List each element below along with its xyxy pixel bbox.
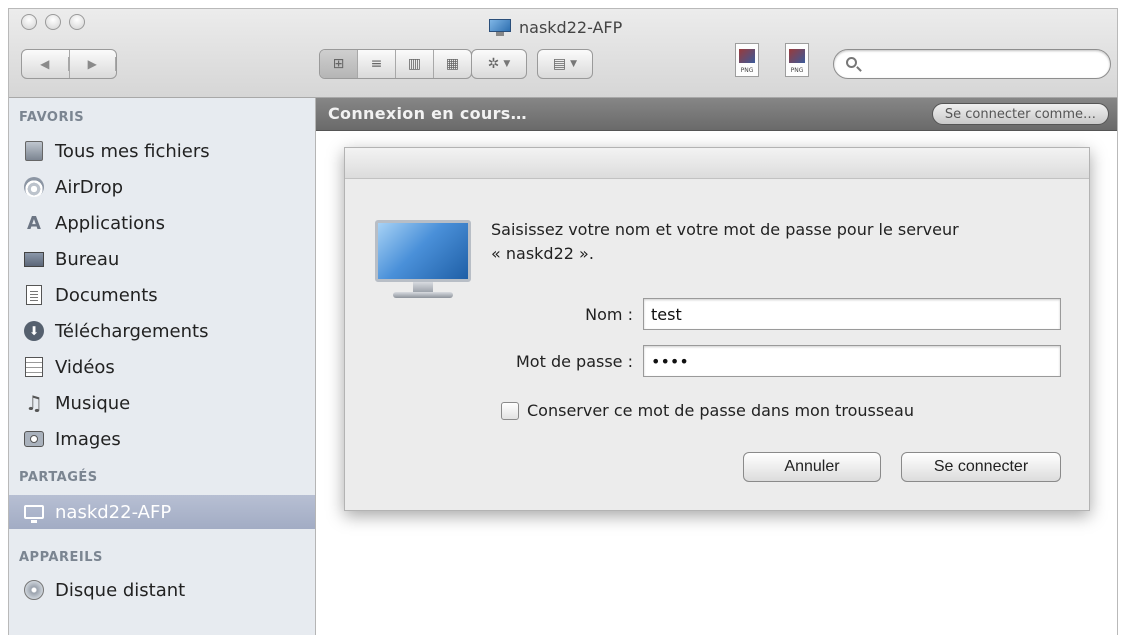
sidebar-item-downloads[interactable]: ⬇ Téléchargements bbox=[23, 314, 208, 348]
sidebar-item-label: Téléchargements bbox=[55, 320, 209, 342]
cancel-button[interactable]: Annuler bbox=[743, 452, 881, 482]
sidebar-item-label: Tous mes fichiers bbox=[55, 140, 210, 162]
sidebar: FAVORIS Tous mes fichiers AirDrop A Appl… bbox=[9, 98, 316, 635]
sidebar-item-label: Applications bbox=[55, 212, 165, 234]
remember-password-label: Conserver ce mot de passe dans mon trous… bbox=[527, 401, 914, 420]
chevron-left-icon: ◀ bbox=[22, 57, 69, 71]
zoom-window-button[interactable] bbox=[69, 14, 85, 30]
sidebar-item-desktop[interactable]: Bureau bbox=[23, 242, 119, 276]
connection-status-bar: Connexion en cours… Se connecter comme… bbox=[316, 98, 1117, 131]
name-field[interactable] bbox=[643, 298, 1061, 330]
minimize-window-button[interactable] bbox=[45, 14, 61, 30]
forward-button[interactable]: ▶ bbox=[70, 50, 116, 78]
sidebar-item-all-files[interactable]: Tous mes fichiers bbox=[23, 134, 210, 168]
chevron-right-icon: ▶ bbox=[70, 57, 116, 71]
grid-icon: ▤ bbox=[552, 56, 567, 72]
icon-view-button[interactable]: ⊞ bbox=[320, 50, 358, 78]
sidebar-item-remote-disc[interactable]: Disque distant bbox=[23, 573, 185, 607]
sidebar-item-label: Disque distant bbox=[55, 579, 186, 601]
list-view-button[interactable]: ≡ bbox=[358, 50, 396, 78]
server-monitor-icon bbox=[375, 220, 471, 310]
png-file-icon[interactable]: PNG bbox=[735, 43, 759, 77]
coverflow-view-button[interactable]: ▦ bbox=[434, 50, 471, 78]
dialog-message-line: Saisissez votre nom et votre mot de pass… bbox=[491, 220, 959, 239]
all-files-icon bbox=[23, 140, 45, 162]
sidebar-item-airdrop[interactable]: AirDrop bbox=[23, 170, 123, 204]
sidebar-item-label: Documents bbox=[55, 284, 158, 306]
column-view-button[interactable]: ▥ bbox=[396, 50, 434, 78]
movies-icon bbox=[23, 356, 45, 378]
icon-view-icon: ⊞ bbox=[332, 56, 345, 72]
downloads-icon: ⬇ bbox=[23, 320, 45, 342]
documents-icon bbox=[23, 284, 45, 306]
search-icon bbox=[846, 57, 857, 68]
connect-button[interactable]: Se connecter bbox=[901, 452, 1061, 482]
title-bar: naskd22-AFP ◀ ▶ ⊞ ≡ ▥ ▦ ✲ ▼ ▤ ▼ PNG PNG bbox=[9, 9, 1117, 98]
airdrop-icon bbox=[23, 176, 45, 198]
dialog-header bbox=[345, 148, 1089, 179]
remember-password-checkbox[interactable] bbox=[501, 401, 519, 420]
sidebar-item-label: Vidéos bbox=[55, 356, 115, 378]
chevron-down-icon: ▼ bbox=[503, 59, 511, 69]
sidebar-item-applications[interactable]: A Applications bbox=[23, 206, 165, 240]
shared-header: PARTAGÉS bbox=[19, 470, 98, 485]
connection-status-text: Connexion en cours… bbox=[328, 104, 527, 123]
sidebar-item-documents[interactable]: Documents bbox=[23, 278, 158, 312]
back-button[interactable]: ◀ bbox=[22, 50, 70, 78]
search-field[interactable] bbox=[833, 49, 1111, 79]
sidebar-item-label: Musique bbox=[55, 392, 131, 414]
login-dialog: Saisissez votre nom et votre mot de pass… bbox=[344, 147, 1090, 511]
music-icon: ♫ bbox=[25, 391, 43, 415]
sidebar-item-movies[interactable]: Vidéos bbox=[23, 350, 115, 384]
sidebar-item-music[interactable]: ♫ Musique bbox=[23, 386, 130, 420]
window-title: naskd22-AFP bbox=[489, 15, 622, 39]
search-input[interactable] bbox=[866, 54, 1100, 76]
sidebar-item-label: AirDrop bbox=[55, 176, 124, 198]
sidebar-item-pictures[interactable]: Images bbox=[23, 422, 121, 456]
close-window-button[interactable] bbox=[21, 14, 37, 30]
arrange-menu-button[interactable]: ▤ ▼ bbox=[537, 49, 593, 79]
name-label: Nom : bbox=[585, 305, 633, 324]
dialog-message: Saisissez votre nom et votre mot de pass… bbox=[491, 218, 1061, 266]
sidebar-item-label: Bureau bbox=[55, 248, 120, 270]
connect-as-button[interactable]: Se connecter comme… bbox=[931, 103, 1109, 125]
list-view-icon: ≡ bbox=[370, 56, 383, 72]
password-field[interactable] bbox=[643, 345, 1061, 377]
monitor-icon bbox=[23, 501, 45, 523]
favorites-header: FAVORIS bbox=[19, 110, 85, 125]
pictures-icon bbox=[23, 428, 45, 450]
sidebar-item-naskd22-afp[interactable]: naskd22-AFP bbox=[9, 495, 315, 529]
dialog-message-line: « naskd22 ». bbox=[491, 244, 594, 263]
view-mode-control: ⊞ ≡ ▥ ▦ bbox=[319, 49, 472, 79]
password-label: Mot de passe : bbox=[516, 352, 633, 371]
disk-icon bbox=[23, 579, 45, 601]
column-view-icon: ▥ bbox=[407, 56, 422, 72]
coverflow-view-icon: ▦ bbox=[445, 56, 460, 72]
finder-window: naskd22-AFP ◀ ▶ ⊞ ≡ ▥ ▦ ✲▼ ▤▼ PNG PNG bbox=[8, 8, 1118, 635]
chevron-down-icon: ▼ bbox=[570, 59, 578, 69]
back-forward-control: ◀ ▶ bbox=[21, 49, 117, 79]
gear-icon: ✲ bbox=[487, 56, 500, 72]
window-title-text: naskd22-AFP bbox=[519, 17, 623, 37]
sidebar-item-label: naskd22-AFP bbox=[55, 501, 172, 523]
action-menu-button[interactable]: ✲ ▼ bbox=[471, 49, 527, 79]
applications-icon: A bbox=[27, 212, 41, 234]
monitor-icon bbox=[489, 18, 511, 36]
png-file-icon[interactable]: PNG bbox=[785, 43, 809, 77]
desktop-icon bbox=[23, 248, 45, 270]
sidebar-item-label: Images bbox=[55, 428, 121, 450]
devices-header: APPAREILS bbox=[19, 550, 103, 565]
remember-password-row: Conserver ce mot de passe dans mon trous… bbox=[501, 401, 914, 420]
